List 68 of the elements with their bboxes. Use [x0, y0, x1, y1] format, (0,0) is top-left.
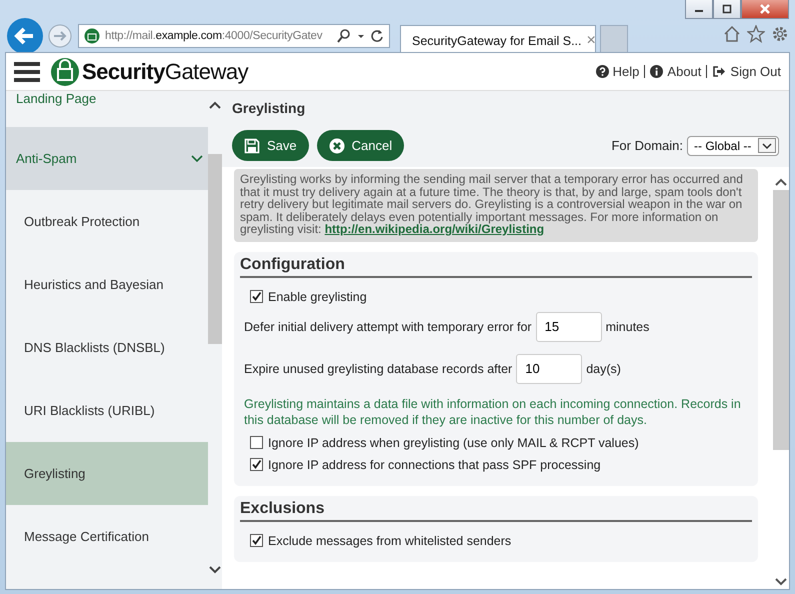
- info-icon: [650, 65, 664, 78]
- field-label: Defer initial delivery attempt with temporary error for: [244, 320, 532, 334]
- sidebar-item[interactable]: Outbreak Protection: [6, 190, 208, 253]
- cancel-button[interactable]: Cancel: [316, 130, 404, 161]
- checkbox-label: Ignore IP address for connections that pass SPF processing: [268, 458, 601, 472]
- new-tab-button[interactable]: [600, 25, 628, 55]
- sidebar-item[interactable]: Landing Page: [6, 91, 208, 127]
- number-field[interactable]: 15: [536, 312, 602, 342]
- home-icon[interactable]: [723, 25, 741, 43]
- scroll-up-icon[interactable]: [774, 177, 788, 187]
- maximize-icon: [721, 4, 733, 14]
- help-icon: [596, 65, 609, 78]
- scroll-down-icon[interactable]: [208, 565, 222, 575]
- checkbox[interactable]: [250, 290, 263, 303]
- description-text: Greylisting works by informing the sending mail server that a temporary error has occurred and that it must try delivery again at a future time. The theory is that, by and large, spam tools don't retry delivery but legitimate mail servers do. Greylisting is a controversial weapon in the war on spam. It deliberately delays even potentially important messages. For more information on greylisting visit: http://en.wikipedia.org/wiki/Greylisting: [234, 169, 758, 242]
- tab-title: SecurityGateway for Email S...: [412, 34, 582, 48]
- site-icon: [84, 28, 100, 44]
- sidebar-item[interactable]: Message Certification: [6, 505, 208, 568]
- close-button[interactable]: [741, 0, 789, 19]
- logo-icon: [50, 56, 80, 86]
- save-icon: [244, 138, 260, 154]
- scrollbar-thumb[interactable]: [773, 190, 789, 450]
- header-link[interactable]: About: [650, 64, 702, 79]
- header-link[interactable]: Sign Out: [712, 64, 781, 79]
- logo-text: SecurityGateway: [82, 58, 248, 84]
- sidebar-item[interactable]: URI Blacklists (URIBL): [6, 379, 208, 442]
- checkbox-label: Ignore IP address when greylisting (use only MAIL & RCPT values): [268, 436, 639, 450]
- address-bar[interactable]: http://mail.example.com:4000/SecurityGatev: [78, 24, 390, 48]
- section-title: Configuration: [240, 256, 752, 278]
- sidebar-item[interactable]: Anti-Spam: [6, 127, 208, 190]
- maximize-button[interactable]: [713, 0, 741, 19]
- tab-close-button[interactable]: ×: [586, 32, 596, 50]
- sign-out-icon: [712, 65, 726, 78]
- settings-icon[interactable]: [771, 25, 789, 43]
- save-button[interactable]: Save: [232, 130, 309, 161]
- chevron-icon: [191, 155, 203, 163]
- scrollbar-thumb[interactable]: [208, 154, 222, 344]
- checkbox[interactable]: [250, 436, 263, 449]
- minimize-button[interactable]: [685, 0, 713, 19]
- dropdown-icon: [758, 138, 776, 153]
- scroll-down-icon[interactable]: [774, 577, 788, 587]
- sidebar-item[interactable]: Heuristics and Bayesian: [6, 253, 208, 316]
- menu-icon[interactable]: [14, 60, 40, 82]
- field-label: Expire unused greylisting database records after: [244, 362, 512, 376]
- checkbox[interactable]: [250, 458, 263, 471]
- star-icon[interactable]: [747, 25, 765, 43]
- page-title: Greylisting: [231, 99, 306, 116]
- checkbox[interactable]: [250, 534, 263, 547]
- close-icon: [758, 3, 772, 15]
- search-icon[interactable]: [336, 28, 352, 44]
- header-link[interactable]: Help: [596, 64, 640, 79]
- refresh-icon[interactable]: [370, 28, 384, 44]
- note-text: Greylisting maintains a data file with information on each incoming connection. Records in this database will be removed if they are inactive for this number of days.: [244, 396, 742, 428]
- sidebar-item[interactable]: Greylisting: [6, 442, 208, 505]
- back-icon[interactable]: [6, 17, 44, 55]
- domain-label: For Domain:: [611, 138, 683, 153]
- unit-label: minutes: [606, 320, 650, 334]
- link[interactable]: http://en.wikipedia.org/wiki/Greylisting: [324, 222, 544, 236]
- sidebar-item[interactable]: DNS Blacklists (DNSBL): [6, 316, 208, 379]
- checkbox-label: Exclude messages from whitelisted senders: [268, 534, 512, 548]
- domain-select[interactable]: -- Global --: [687, 136, 779, 156]
- unit-label: day(s): [586, 362, 621, 376]
- section-title: Exclusions: [240, 500, 752, 522]
- number-field[interactable]: 10: [516, 354, 582, 384]
- scroll-up-icon[interactable]: [208, 100, 222, 110]
- cancel-icon: [328, 138, 345, 154]
- browser-tab[interactable]: SecurityGateway for Email S... ×: [400, 25, 596, 55]
- checkbox-label: Enable greylisting: [268, 290, 367, 304]
